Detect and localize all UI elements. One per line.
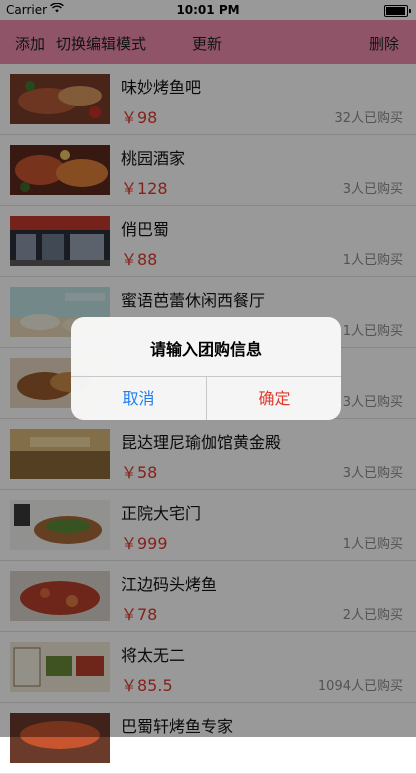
screen: Carrier 10:01 PM 添加 切换编辑模式 更新 删除 味妙烤鱼吧 ￥… — [0, 0, 416, 774]
cancel-button[interactable]: 取消 — [71, 377, 206, 420]
alert-title: 请输入团购信息 — [149, 340, 262, 359]
alert-dialog: 请输入团购信息 取消 确定 — [71, 317, 341, 420]
confirm-button[interactable]: 确定 — [207, 377, 341, 420]
